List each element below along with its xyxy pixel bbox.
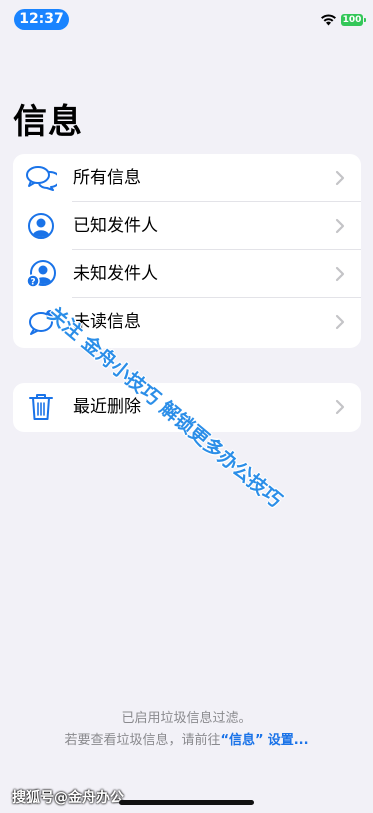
recently-deleted-label: 最近删除 xyxy=(73,397,141,417)
chevron-right-icon xyxy=(335,314,345,330)
filter-row-known-senders[interactable]: 已知发件人 xyxy=(13,202,361,250)
filter-label: 未知发件人 xyxy=(73,264,158,284)
spam-filter-note: 已启用垃圾信息过滤。 xyxy=(121,711,252,726)
spam-settings-prefix: 若要查看垃圾信息，请前往 xyxy=(64,733,221,748)
speech-bubbles-icon xyxy=(26,166,57,191)
home-indicator[interactable] xyxy=(119,800,254,805)
svg-text:?: ? xyxy=(30,278,35,288)
chevron-right-icon xyxy=(335,266,345,282)
filter-label: 所有信息 xyxy=(73,168,141,188)
trash-icon xyxy=(29,394,53,420)
filter-row-all-messages[interactable]: 所有信息 xyxy=(13,154,361,202)
person-question-icon: ? xyxy=(26,260,56,288)
person-circle-icon xyxy=(28,213,54,239)
battery-indicator: 100 xyxy=(341,14,366,26)
spam-settings-note: 若要查看垃圾信息，请前往“信息” 设置... xyxy=(0,730,373,752)
settings-link[interactable]: 设置... xyxy=(268,733,309,748)
wifi-icon xyxy=(321,14,336,26)
chevron-right-icon xyxy=(335,218,345,234)
page-title: 信息 xyxy=(13,102,83,142)
filter-label: 已知发件人 xyxy=(73,216,158,236)
chevron-right-icon xyxy=(335,399,345,415)
status-time[interactable]: 12:37 xyxy=(14,9,69,30)
chevron-right-icon xyxy=(335,170,345,186)
source-watermark: 搜狐号@金舟办公 xyxy=(12,790,124,806)
messages-settings-link[interactable]: “信息” xyxy=(220,733,263,748)
filter-row-unknown-senders[interactable]: ? 未知发件人 xyxy=(13,250,361,298)
status-bar: 12:37 100 xyxy=(0,0,373,40)
